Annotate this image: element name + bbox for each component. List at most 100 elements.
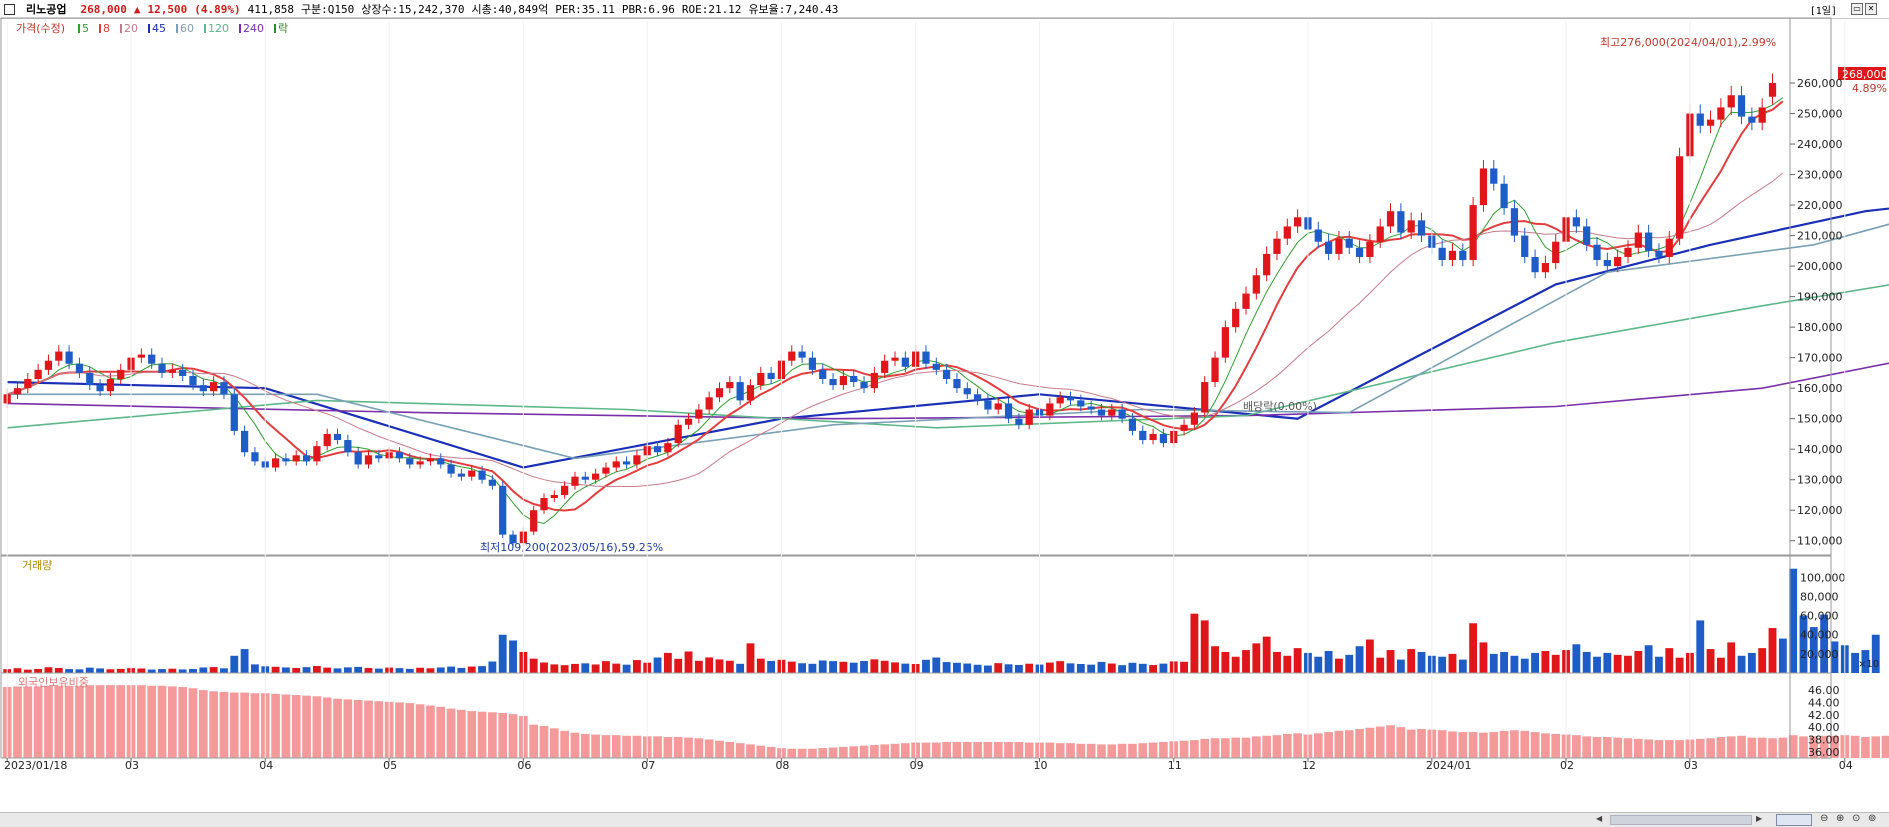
foreign-bar (1530, 732, 1540, 758)
candle-body (1190, 412, 1199, 425)
legend-swatch (239, 24, 241, 33)
foreign-bar (1768, 738, 1777, 758)
price-tick-label: 180,000 (1797, 321, 1843, 334)
volume-bar (323, 667, 332, 673)
scroll-left-icon[interactable]: ◀ (1596, 814, 1602, 823)
volume-bar (158, 669, 166, 673)
candle-body (1448, 250, 1457, 261)
low-annotation: 최저109,200(2023/05/16),59.25% (480, 541, 663, 554)
candle-body (953, 379, 961, 389)
candle-body (468, 470, 476, 477)
volume-bar (281, 667, 290, 673)
scroll-track[interactable] (1610, 815, 1752, 825)
volume-bar (1149, 665, 1158, 673)
foreign-bar (271, 693, 280, 758)
volume-bar (1531, 652, 1539, 673)
foreign-bar (1489, 732, 1499, 758)
candle-body (1768, 83, 1777, 97)
volume-bar (622, 664, 631, 673)
volume-bar (663, 652, 672, 673)
zoom-reset-icon[interactable]: ⊚ (1868, 813, 1876, 824)
volume-bar (571, 663, 579, 673)
candle-body (984, 400, 992, 410)
date-tick-label: 08 (775, 759, 789, 772)
foreign-bar (1200, 738, 1210, 758)
volume-bar (1696, 620, 1705, 673)
volume-bar (922, 659, 930, 673)
price-tick-label: 210,000 (1797, 230, 1843, 243)
foreign-bar (931, 742, 941, 758)
volume-bar (1221, 651, 1230, 673)
volume-bar (1159, 663, 1168, 673)
price-tick-label: 130,000 (1797, 474, 1843, 487)
candle-body (1108, 409, 1116, 416)
volume-bar (1365, 639, 1374, 673)
foreign-bar (188, 688, 198, 758)
volume-bar (1097, 661, 1106, 673)
foreign-bar (1675, 740, 1684, 758)
date-tick-label: 02 (1560, 759, 1574, 772)
foreign-bar (106, 685, 115, 758)
volume-bar (591, 664, 600, 673)
volume-bar (1582, 651, 1591, 673)
foreign-bar (1148, 742, 1158, 758)
volume-bar (251, 664, 259, 673)
foreign-bar (1799, 736, 1808, 758)
foreign-bar (1520, 730, 1530, 758)
volume-bar (13, 668, 22, 673)
zoom-fit-icon[interactable]: ⊙ (1852, 813, 1860, 824)
volume-bar (1469, 623, 1478, 673)
candle-body (1056, 397, 1064, 404)
volume-bar (436, 667, 445, 673)
price-tick-label: 240,000 (1797, 138, 1843, 151)
foreign-bar (1138, 743, 1148, 758)
candle-body (684, 418, 693, 425)
foreign-ownership-bars (2, 685, 1889, 758)
candle-body (540, 498, 548, 511)
volume-bar (168, 668, 177, 673)
foreign-bar (1313, 733, 1323, 758)
scroll-thumb[interactable] (1776, 814, 1812, 826)
candle-body (271, 458, 280, 468)
candle-body (148, 354, 156, 364)
candle-body (788, 351, 796, 361)
ma-legend[interactable]: 5 8 20 45 60 120 240 락 (78, 22, 288, 35)
volume-bar (1665, 648, 1674, 673)
volume-bar (1242, 650, 1250, 673)
volume-bar (1386, 650, 1395, 673)
volume-bar (333, 668, 342, 673)
candle-body (1025, 409, 1033, 425)
candle-body (375, 455, 383, 459)
stock-chart[interactable]: 가격(수정) 5 8 20 45 60 120 240 락 거래량 외국인보유비중 최고276… (0, 0, 1889, 826)
volume-bar (426, 668, 435, 673)
foreign-bar (818, 748, 828, 758)
volume-legend[interactable]: 거래량 (22, 559, 52, 572)
volume-bar (1727, 642, 1736, 673)
foreign-bar (993, 741, 1003, 758)
foreign-legend[interactable]: 외국인보유비중 (18, 676, 89, 689)
candle-body (333, 433, 342, 441)
volume-bar (23, 669, 32, 673)
volume-bar (1520, 658, 1529, 673)
candle-body (994, 403, 1002, 410)
scroll-right-icon[interactable]: ▶ (1756, 814, 1762, 823)
foreign-bar (1221, 738, 1230, 758)
foreign-bar (405, 703, 415, 758)
legend-label: 60 (180, 22, 194, 35)
volume-bar (1799, 615, 1808, 673)
volume-bar (220, 668, 228, 673)
price-tick-label: 140,000 (1797, 443, 1843, 456)
zoom-in-icon[interactable]: ⊕ (1836, 813, 1844, 824)
foreign-bar (1572, 735, 1581, 758)
volume-bar (478, 666, 486, 673)
candle-body (447, 464, 455, 474)
price-legend-label[interactable]: 가격(수정) (16, 22, 65, 35)
foreign-bar (137, 685, 146, 758)
volume-bar (1345, 654, 1354, 673)
candle-body (1221, 327, 1229, 358)
candle-body (1459, 250, 1467, 261)
zoom-out-icon[interactable]: ⊖ (1820, 813, 1828, 824)
foreign-bar (952, 741, 962, 758)
price-tick-label: 230,000 (1797, 169, 1843, 182)
foreign-bar (219, 691, 229, 758)
